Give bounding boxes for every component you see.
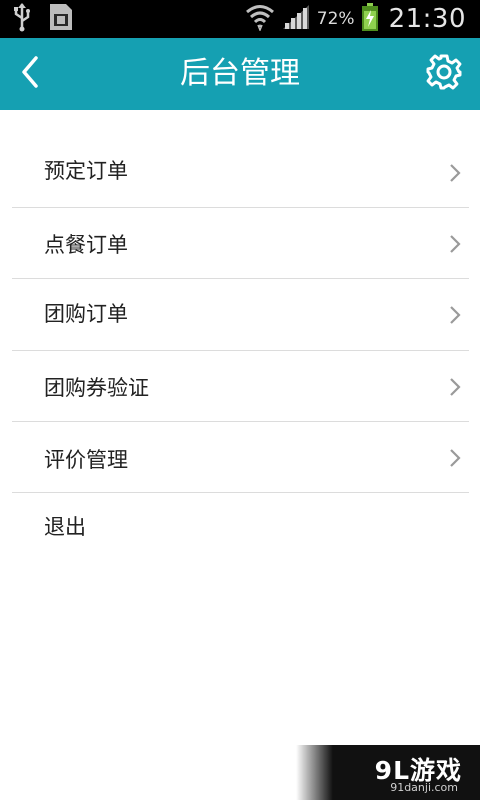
menu-item-reservation-orders[interactable]: 预定订单 [12, 140, 469, 208]
menu-item-label: 预定订单 [44, 159, 128, 183]
sd-card-icon [46, 2, 74, 36]
chevron-right-icon [450, 306, 461, 324]
title-bar: 后台管理 [0, 38, 480, 110]
status-left-icons [12, 2, 74, 36]
menu-item-meal-orders[interactable]: 点餐订单 [12, 208, 469, 279]
menu-item-group-buy-orders[interactable]: 团购订单 [12, 279, 469, 351]
menu-item-review-management[interactable]: 评价管理 [12, 422, 469, 493]
status-bar: 72% 21:30 [0, 0, 480, 38]
menu-item-label: 退出 [44, 515, 86, 539]
wifi-icon [245, 3, 275, 35]
menu-item-logout[interactable]: 退出 [12, 493, 469, 563]
chevron-right-icon [450, 378, 461, 396]
chevron-right-icon [450, 164, 461, 182]
usb-icon [12, 2, 32, 36]
menu-item-label: 团购订单 [44, 302, 128, 326]
signal-icon [281, 3, 311, 35]
watermark: 9L游戏 91danji.com [296, 745, 480, 800]
status-right-icons: 72% 21:30 [245, 2, 466, 36]
settings-button[interactable] [422, 52, 466, 96]
clock: 21:30 [388, 4, 466, 34]
menu-item-label: 点餐订单 [44, 233, 128, 257]
menu-item-voucher-verification[interactable]: 团购券验证 [12, 351, 469, 422]
gear-icon [425, 53, 463, 95]
watermark-url: 91danji.com [390, 781, 458, 794]
battery-charging-icon [361, 2, 379, 36]
menu-item-label: 评价管理 [44, 448, 128, 472]
battery-percent: 72% [316, 9, 355, 29]
chevron-right-icon [450, 235, 461, 253]
page-title: 后台管理 [180, 56, 300, 91]
chevron-right-icon [450, 449, 461, 467]
menu-item-label: 团购券验证 [44, 376, 149, 400]
